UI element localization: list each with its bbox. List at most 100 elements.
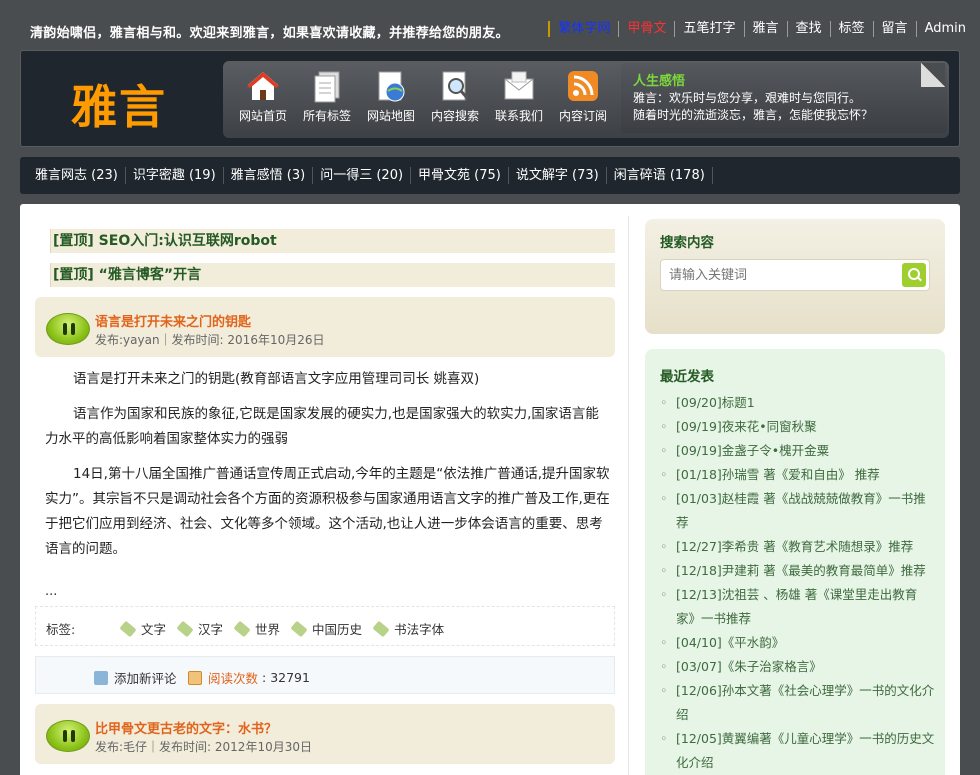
rss-icon (566, 69, 600, 103)
recent-post-link[interactable]: [12/27]李希贵 著《教育艺术随想录》推荐 (660, 535, 935, 559)
nav-contact[interactable]: 联系我们 (487, 69, 551, 124)
recent-post-link[interactable]: [04/10]《平水韵》 (660, 631, 935, 655)
tag-link[interactable]: 文字 (119, 619, 167, 638)
search-icon[interactable] (902, 263, 926, 287)
category-bar: 雅言网志 (23) 识字密趣 (19) 雅言感悟 (3) 问一得三 (20) 甲… (20, 157, 960, 194)
category-item[interactable]: 说文解字 (73) (509, 167, 607, 184)
post-paragraph: 14日,第十八届全国推广普通话宣传周正式启动,今年的主题是“依法推广普通话,提升… (45, 466, 610, 557)
recent-post-link[interactable]: [09/19]夜来花•同窗秋聚 (660, 415, 935, 439)
read-count-value: 32791 (270, 670, 310, 685)
category-item[interactable]: 闲言碎语 (178) (607, 167, 713, 184)
link-wubi-typing[interactable]: 五笔打字 (674, 21, 743, 37)
category-item[interactable]: 识字密趣 (19) (126, 167, 224, 184)
tag-link[interactable]: 世界 (233, 619, 281, 638)
life-quote-box: 人生感悟 雅言：欢乐时与您分享，艰难时与您同行。 随着时光的流逝淡忘，雅言，怎能… (621, 63, 947, 133)
add-comment-link[interactable]: 添加新评论 (94, 668, 177, 687)
recent-post-link[interactable]: [01/18]孙瑞雪 著《爱和自由》 推荐 (660, 463, 935, 487)
nav-home-label: 网站首页 (238, 109, 287, 123)
recent-post-link[interactable]: [09/20]标题1 (660, 391, 935, 415)
post-title[interactable]: 比甲骨文更古老的文字：水书？ (95, 718, 277, 737)
nav-sitemap[interactable]: 网站地图 (359, 69, 423, 124)
post-paragraph: 语言是打开未来之门的钥匙(教育部语言文字应用管理司司长 姚喜双) (73, 371, 480, 387)
category-item[interactable]: 雅言网志 (23) (28, 167, 126, 184)
tag-icon (233, 620, 251, 637)
recent-post-link[interactable]: [09/19]金盏子令•槐开金粟 (660, 439, 935, 463)
category-item[interactable]: 甲骨文苑 (75) (411, 167, 509, 184)
tags-row: 标签: 文字 汉字 世界 中国历史 书法字体 (35, 606, 615, 646)
nav-rss[interactable]: 内容订阅 (551, 69, 615, 124)
recent-post-link[interactable]: [01/03]赵桂霞 著《战战兢兢做教育》一书推荐 (660, 487, 935, 535)
recent-post-link[interactable]: [12/05]黄翼编著《儿童心理学》一书的历史文化介绍 (660, 727, 935, 775)
recent-title: 最近发表 (660, 369, 714, 385)
recent-post-link[interactable]: [03/07]《朱子治家格言》 (660, 655, 935, 679)
column-divider (628, 216, 629, 775)
tag-icon (176, 620, 194, 637)
smiley-icon (46, 313, 90, 345)
post-header: 语言是打开未来之门的钥匙 发布:yayan｜发布时间: 2016年10月26日 (35, 297, 615, 357)
read-count-label: 阅读次数 (208, 671, 259, 686)
nav-sitemap-label: 网站地图 (366, 109, 415, 123)
home-icon (246, 69, 280, 103)
link-admin[interactable]: Admin (915, 21, 974, 37)
post-meta: 发布:yayan｜发布时间: 2016年10月26日 (95, 333, 325, 347)
site-logo[interactable]: 雅言 (71, 71, 167, 137)
search-title: 搜索内容 (660, 235, 714, 251)
welcome-text: 清韵始啸侣，雅言相与和。欢迎来到雅言，如果喜欢请收藏，并推荐给您的朋友。 (30, 26, 509, 41)
tag-label: 文字 (141, 622, 167, 637)
post-title[interactable]: 语言是打开未来之门的钥匙 (95, 311, 251, 330)
nav-search[interactable]: 内容搜索 (423, 69, 487, 124)
tag-label: 中国历史 (312, 622, 363, 637)
tag-link[interactable]: 汉字 (176, 619, 224, 638)
tag-label: 世界 (255, 622, 281, 637)
nav-tags-label: 所有标签 (302, 109, 351, 123)
post-paragraph: 语言作为国家和民族的象征,它既是国家发展的硬实力,也是国家强大的软实力,国家语言… (45, 406, 599, 447)
tag-label: 书法字体 (394, 622, 445, 637)
nav-contact-label: 联系我们 (494, 109, 543, 123)
mail-icon (502, 69, 536, 103)
tag-label: 汉字 (198, 622, 224, 637)
main-nav: 网站首页 所有标签 网站地图 内容搜索 联系我们 内容订阅 人生感悟 雅言：欢乐… (223, 61, 949, 138)
nav-rss-label: 内容订阅 (558, 109, 607, 123)
link-traditional-chinese[interactable]: 繁体字网 (548, 21, 618, 37)
smiley-icon (46, 720, 90, 752)
top-bar: 清韵始啸侣，雅言相与和。欢迎来到雅言，如果喜欢请收藏，并推荐给您的朋友。 繁体字… (0, 0, 980, 52)
post-actions: 添加新评论 阅读次数 : 32791 (35, 656, 615, 694)
tags-label: 标签: (46, 622, 76, 637)
search-panel: 搜索内容 (645, 219, 945, 334)
sticky-post-2[interactable]: [置顶] “雅言博客”开言 (50, 263, 615, 287)
recent-posts-panel: 最近发表 [09/20]标题1 [09/19]夜来花•同窗秋聚 [09/19]金… (645, 349, 945, 775)
tag-link[interactable]: 书法字体 (372, 619, 445, 638)
link-tags[interactable]: 标签 (829, 21, 873, 37)
post-meta: 发布:毛仔｜发布时间: 2012年10月30日 (95, 740, 312, 754)
quote-title: 人生感悟 (633, 74, 686, 89)
category-item[interactable]: 问一得三 (20) (313, 167, 412, 184)
nav-search-label: 内容搜索 (430, 109, 479, 123)
recent-post-link[interactable]: [12/18]尹建莉 著《最美的教育最简单》推荐 (660, 559, 935, 583)
read-count: 阅读次数 : 32791 (188, 668, 310, 687)
add-comment-label: 添加新评论 (114, 671, 177, 686)
site-header: 雅言 网站首页 所有标签 网站地图 内容搜索 联系我们 内容订阅 人生感悟 雅言… (20, 50, 960, 147)
comment-icon (94, 670, 108, 685)
top-links: 繁体字网 甲骨文 五笔打字 雅言 查找 标签 留言 Admin (548, 21, 974, 37)
link-oracle-bone[interactable]: 甲骨文 (618, 21, 674, 37)
tag-icon (372, 620, 390, 637)
link-search[interactable]: 查找 (786, 21, 830, 37)
recent-post-link[interactable]: [12/13]沈祖芸 、杨雄 著《课堂里走出教育家》一书推荐 (660, 583, 935, 631)
quote-line-1: 雅言：欢乐时与您分享，艰难时与您同行。 (633, 91, 862, 105)
page-fold-icon (921, 63, 945, 87)
link-guestbook[interactable]: 留言 (872, 21, 916, 37)
calendar-icon (188, 670, 202, 685)
category-item[interactable]: 雅言感悟 (3) (224, 167, 314, 184)
link-yayan[interactable]: 雅言 (743, 21, 787, 37)
recent-post-link[interactable]: [12/06]孙本文著《社会心理学》一书的文化介绍 (660, 679, 935, 727)
post-ellipsis: ... (45, 584, 58, 599)
tag-link[interactable]: 中国历史 (290, 619, 363, 638)
search-input[interactable] (660, 259, 930, 291)
nav-tags[interactable]: 所有标签 (295, 69, 359, 124)
main-content: [置顶] SEO入门:认识互联网robot [置顶] “雅言博客”开言 语言是打… (20, 204, 960, 775)
sticky-post-1[interactable]: [置顶] SEO入门:认识互联网robot (50, 229, 615, 253)
nav-home[interactable]: 网站首页 (231, 69, 295, 124)
magnifier-document-icon (438, 69, 472, 103)
tag-icon (119, 620, 137, 637)
documents-icon (310, 69, 344, 103)
